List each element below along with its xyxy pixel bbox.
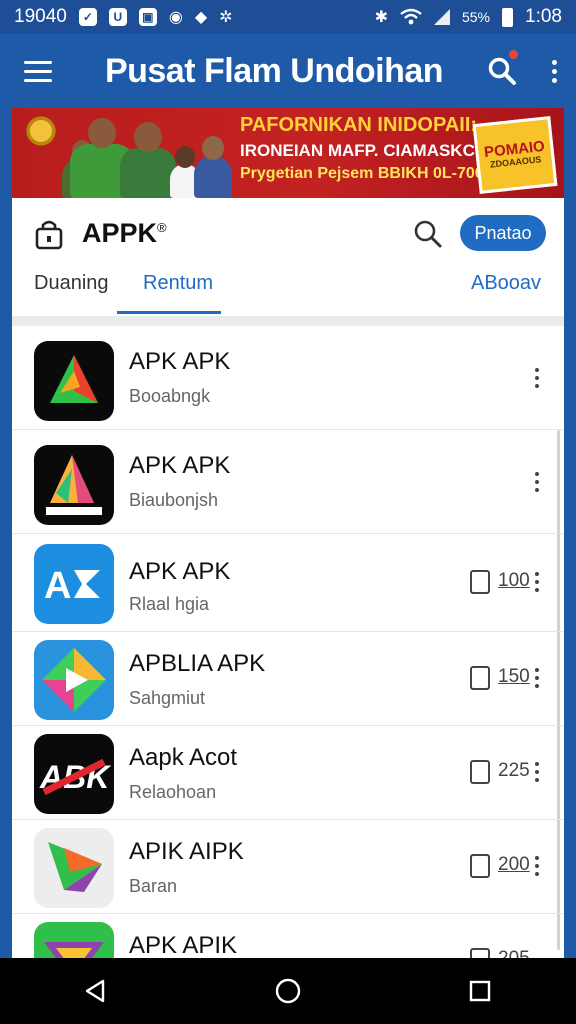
app-subtitle: Baran	[129, 876, 178, 896]
list-item[interactable]: APK APK Booabngk	[12, 326, 564, 430]
app-bar: Pusat Flam Undoihan	[0, 34, 576, 108]
download-count: 100	[498, 570, 530, 591]
app-title: APK APK	[129, 452, 231, 479]
app-icon: A	[34, 544, 114, 624]
app-title: APBLIA APK	[129, 650, 266, 677]
more-options-icon[interactable]	[534, 368, 540, 388]
status-bar: 19040 ✓ U ▣ ◉ ◆ ✲ ✱ 55% 1:08	[0, 0, 576, 34]
select-checkbox[interactable]	[470, 760, 490, 784]
app-icon: ABK	[34, 734, 114, 814]
app-icon	[34, 341, 114, 421]
status-time-left: 19040	[14, 6, 67, 27]
select-checkbox[interactable]	[470, 666, 490, 690]
more-options-icon[interactable]	[534, 472, 540, 492]
app-subtitle: Rlaal hgia	[129, 594, 210, 614]
tab-rentum[interactable]: Rentum	[143, 272, 213, 295]
select-checkbox[interactable]	[470, 854, 490, 878]
bag-lock-icon	[35, 220, 63, 250]
app-icon	[34, 445, 114, 525]
list-item[interactable]: A APK APK Rlaal hgia 100	[12, 534, 564, 632]
recents-button[interactable]	[450, 961, 510, 1021]
recents-icon	[469, 980, 491, 1002]
more-options-icon[interactable]	[534, 762, 540, 782]
promo-banner[interactable]: PAFORNIKAN INIDOPAII: IRONEIAN MAFP. CIA…	[12, 108, 564, 198]
tab-abooav[interactable]: ABooav	[471, 272, 541, 295]
app-icon	[34, 828, 114, 908]
wifi-icon	[400, 8, 422, 25]
overflow-menu-icon[interactable]	[532, 34, 576, 108]
home-icon	[275, 978, 301, 1004]
section-divider	[12, 316, 564, 326]
list-item[interactable]: APK APIK 205	[12, 914, 564, 958]
bluetooth-icon: ✱	[374, 9, 388, 26]
app-title: APK APK	[129, 348, 231, 375]
active-tab-indicator	[117, 311, 221, 314]
notification-play-icon: ◉	[168, 9, 183, 26]
app-list[interactable]: APK APK Booabngk APK APK Biaubonjsh A AP…	[12, 326, 564, 958]
app-title: APIK AIPK	[129, 838, 244, 865]
battery-icon	[502, 7, 514, 27]
search-icon[interactable]	[412, 218, 444, 250]
app-subtitle: Booabngk	[129, 386, 211, 406]
primary-action-button[interactable]: Pnatao	[460, 215, 546, 251]
app-subtitle: Biaubonjsh	[129, 490, 219, 510]
more-options-icon[interactable]	[534, 856, 540, 876]
download-count: 225	[498, 760, 530, 781]
app-subtitle: Relaohoan	[129, 782, 217, 802]
battery-percent: 55%	[461, 9, 491, 25]
app-title: Pusat Flam Undoihan	[104, 51, 444, 90]
more-options-icon[interactable]	[534, 572, 540, 592]
emblem-icon	[24, 114, 58, 148]
svg-text:A: A	[44, 565, 71, 607]
banner-people-image	[62, 114, 232, 198]
notification-check-icon: ✓	[78, 8, 97, 26]
notification-shield-icon: U	[108, 8, 127, 26]
app-title: APK APIK	[129, 932, 238, 958]
download-count: 150	[498, 666, 530, 687]
search-icon	[488, 57, 516, 85]
hamburger-menu-icon[interactable]	[0, 34, 76, 108]
back-button[interactable]	[66, 961, 126, 1021]
list-item[interactable]: APBLIA APK Sahgmiut 150	[12, 632, 564, 726]
app-title: Aapk Acot	[129, 744, 238, 771]
system-nav-bar	[0, 958, 576, 1024]
back-icon	[85, 979, 105, 1003]
search-button[interactable]	[472, 34, 532, 108]
notification-gear-icon: ✲	[219, 9, 233, 26]
notification-lock-icon: ▣	[138, 8, 157, 26]
banner-headline: PAFORNIKAN INIDOPAII:	[240, 114, 478, 136]
status-clock: 1:08	[525, 6, 562, 27]
app-icon	[34, 640, 114, 720]
store-header: APPK® Pnatao Duaning Rentum ABooav	[12, 198, 564, 316]
notification-dot	[509, 50, 518, 59]
signal-icon	[433, 9, 450, 25]
notification-diamond-icon: ◆	[194, 9, 208, 26]
tab-duaning[interactable]: Duaning	[34, 272, 109, 295]
app-icon	[34, 922, 114, 958]
app-subtitle: Sahgmiut	[129, 688, 206, 708]
select-checkbox[interactable]	[470, 570, 490, 594]
app-title: APK APK	[129, 558, 231, 585]
download-count: 200	[498, 854, 530, 875]
list-item[interactable]: APK APK Biaubonjsh	[12, 430, 564, 534]
store-brand: APPK®	[82, 218, 167, 248]
list-item[interactable]: APIK AIPK Baran 200	[12, 820, 564, 914]
banner-tagline: Prygetian Pejsem BBIKH 0L-700	[240, 165, 484, 182]
banner-badge: POMAIO ZDOAAOUS	[472, 116, 558, 194]
select-checkbox[interactable]	[470, 948, 490, 958]
list-item[interactable]: ABK Aapk Acot Relaohoan 225	[12, 726, 564, 820]
banner-subheadline: IRONEIAN MAFP. CIAMASKCIAN	[240, 141, 505, 160]
more-options-icon[interactable]	[534, 668, 540, 688]
home-button[interactable]	[258, 961, 318, 1021]
download-count: 205	[498, 948, 530, 958]
